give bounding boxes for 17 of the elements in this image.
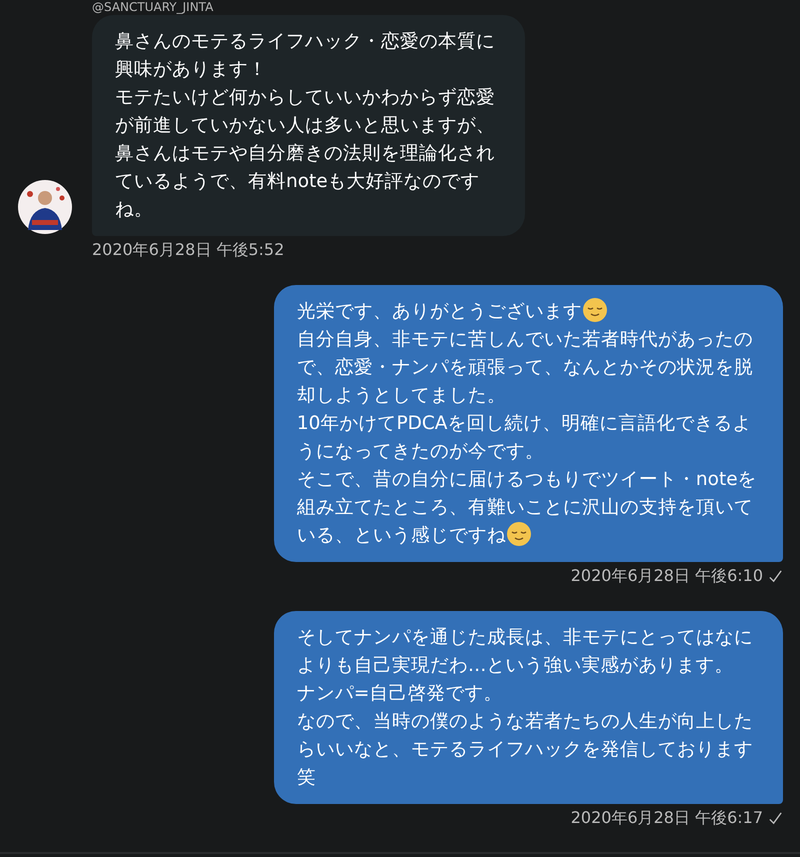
sender-handle: @SANCTUARY_JINTA [92, 0, 214, 15]
message-text: モテたいけど何からしていいかわからず恋愛が前進していかない人は多いと思いますが、鼻さんはモテや自分磨きの法則を理論化されているようで、有料noteも大好評なのですね。 [115, 86, 496, 222]
message-text: そこで、昔の自分に届けるつもりでツイート・noteを組み立てたところ、有難いことに沢山の支持を頂いて [296, 468, 757, 520]
message-text: 自分自身、非モテに苦しんでいた若者時代があったので、恋愛・ナンパを頑張って、なんとかその状況を脱却しようとしてました。 [296, 328, 754, 408]
message-text: いる、という感じですね [296, 525, 506, 546]
message-time: 2020年6月28日 午後6:10 [570, 566, 763, 587]
message-time: 2020年6月28日 午後5:52 [92, 240, 284, 261]
relieved-face-icon [582, 298, 607, 322]
avatar[interactable] [18, 180, 72, 234]
message-text: 鼻さんのモテるライフハック・恋愛の本質に興味があります！ [115, 30, 496, 82]
message-text: 10年かけてPDCAを回し続け、明確に言語化できるようになってきたのが今です。 [296, 412, 752, 464]
message-text: ナンパ=自己啓発です。 [296, 682, 504, 706]
message-text: なので、当時の僕のような若者たちの人生が向上したらいいなと、モテるライフハックを発信しております笑 [296, 710, 754, 790]
relieved-face-icon [506, 522, 531, 546]
message-text: 光栄です、ありがとうございます [296, 301, 582, 322]
message-text: そしてナンパを通じた成長は、非モテにとってはなによりも自己実現だわ…という強い実感があります。 [296, 626, 754, 678]
message-time: 2020年6月28日 午後6:17 [570, 808, 763, 829]
